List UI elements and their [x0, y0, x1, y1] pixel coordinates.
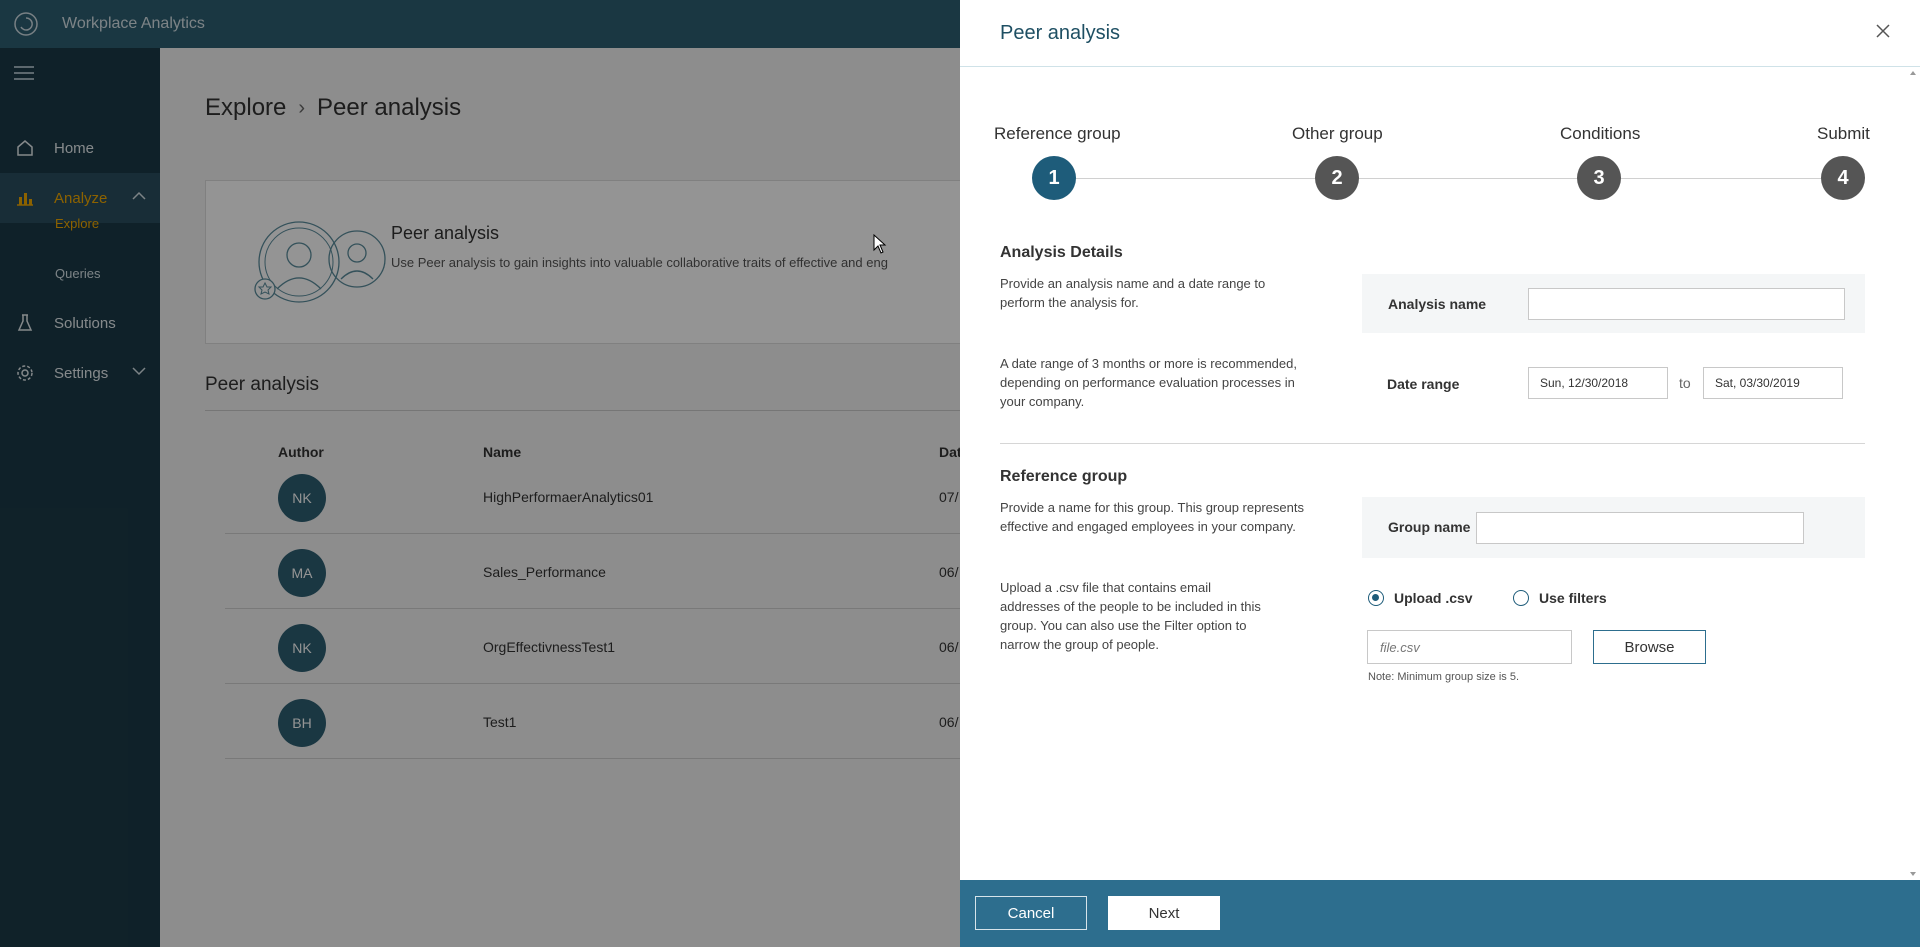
- cancel-button[interactable]: Cancel: [975, 896, 1087, 930]
- group-name-label: Group name: [1388, 519, 1471, 535]
- peer-analysis-panel: Peer analysis Reference group Other grou…: [960, 0, 1920, 947]
- browse-button[interactable]: Browse: [1593, 630, 1706, 664]
- next-button[interactable]: Next: [1108, 896, 1220, 930]
- csv-file-input[interactable]: file.csv: [1367, 630, 1572, 664]
- analysis-details-description: Provide an analysis name and a date rang…: [1000, 276, 1266, 310]
- group-name-input[interactable]: [1476, 512, 1804, 544]
- step-label-conditions: Conditions: [1560, 124, 1641, 143]
- upload-csv-radio[interactable]: Upload .csv: [1368, 590, 1473, 606]
- step-3-circle[interactable]: 3: [1577, 156, 1621, 200]
- group-size-note: Note: Minimum group size is 5.: [1368, 671, 1519, 683]
- section-divider: [1000, 443, 1865, 444]
- date-from-input[interactable]: Sun, 12/30/2018: [1528, 367, 1668, 399]
- date-range-description: A date range of 3 months or more is reco…: [1000, 356, 1297, 409]
- modal-overlay[interactable]: [0, 0, 960, 947]
- reference-group-description: Provide a name for this group. This grou…: [1000, 500, 1304, 534]
- analysis-name-row: Analysis name: [1362, 274, 1865, 333]
- panel-footer: Cancel Next: [960, 880, 1920, 947]
- use-filters-radio[interactable]: Use filters: [1513, 590, 1607, 606]
- step-label-submit: Submit: [1817, 124, 1870, 143]
- step-label-other-group: Other group: [1292, 124, 1383, 143]
- step-1-circle[interactable]: 1: [1032, 156, 1076, 200]
- panel-scrollbar[interactable]: [1906, 67, 1920, 880]
- date-to-input[interactable]: Sat, 03/30/2019: [1703, 367, 1843, 399]
- close-icon[interactable]: [1874, 22, 1892, 40]
- mouse-cursor-icon: [873, 234, 887, 254]
- analysis-details-heading: Analysis Details: [1000, 244, 1123, 261]
- group-name-row: Group name: [1362, 497, 1865, 558]
- panel-header: Peer analysis: [960, 0, 1920, 67]
- upload-description: Upload a .csv file that contains email a…: [1000, 580, 1261, 652]
- radio-selected-icon: [1368, 590, 1384, 606]
- step-label-reference-group: Reference group: [994, 124, 1121, 143]
- panel-title: Peer analysis: [1000, 22, 1121, 44]
- reference-group-heading: Reference group: [1000, 468, 1128, 485]
- stepper-track: [1055, 178, 1845, 179]
- analysis-name-input[interactable]: [1528, 288, 1845, 320]
- radio-label: Use filters: [1539, 590, 1607, 606]
- step-2-circle[interactable]: 2: [1315, 156, 1359, 200]
- radio-unselected-icon: [1513, 590, 1529, 606]
- analysis-name-label: Analysis name: [1388, 296, 1487, 312]
- radio-label: Upload .csv: [1394, 590, 1473, 606]
- date-range-label: Date range: [1387, 376, 1460, 392]
- date-to-separator: to: [1679, 375, 1691, 391]
- step-4-circle[interactable]: 4: [1821, 156, 1865, 200]
